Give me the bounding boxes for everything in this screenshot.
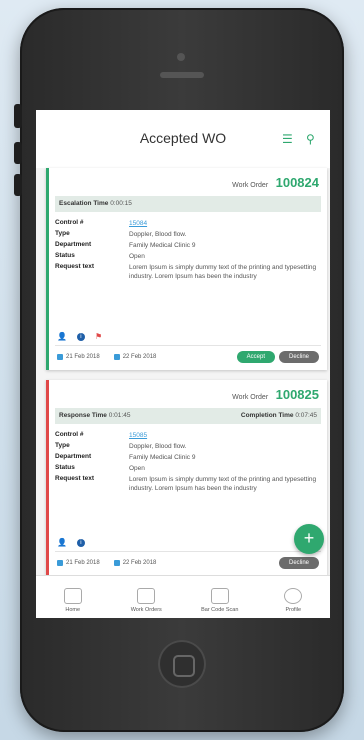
mute-switch	[14, 104, 22, 128]
completion-time: Completion Time 0:07:45	[240, 412, 317, 419]
speaker-grille	[160, 72, 204, 78]
work-order-card[interactable]: Work Order 100824 Escalation Time 0:00:1…	[46, 168, 327, 370]
divider	[55, 551, 321, 552]
flag-icon[interactable]: ⚑	[95, 332, 102, 341]
barcode-icon	[210, 588, 229, 604]
tab-home[interactable]: Home	[36, 576, 110, 618]
front-camera	[177, 53, 185, 61]
accept-button[interactable]: Accept	[236, 351, 275, 363]
control-number-link[interactable]: 15084	[129, 218, 319, 229]
time-band: Response Time 0:01:45 Completion Time 0:…	[55, 408, 321, 424]
end-date: 22 Feb 2018	[113, 354, 156, 360]
work-order-header: Work Order 100825	[49, 380, 327, 404]
volume-down-button	[14, 174, 22, 196]
volume-up-button	[14, 142, 22, 164]
card-icons: 👤 i	[57, 538, 85, 547]
control-number-link[interactable]: 15085	[129, 430, 319, 441]
list-view-icon[interactable]: ☰	[282, 132, 293, 146]
card-footer: 21 Feb 2018 22 Feb 2018 Accept Decline	[57, 351, 319, 363]
person-icon[interactable]: 👤	[57, 332, 67, 341]
filter-icon[interactable]: ⚲	[306, 132, 315, 146]
time-band: Escalation Time 0:00:15	[55, 196, 321, 212]
home-icon	[63, 588, 82, 604]
card-icons: 👤 i ⚑	[57, 332, 102, 341]
tab-profile[interactable]: Profile	[257, 576, 331, 618]
work-order-number: 100825	[275, 387, 319, 402]
response-time: Response Time 0:01:45	[59, 412, 131, 419]
tab-bar-code-scan[interactable]: Bar Code Scan	[183, 576, 257, 618]
home-hardware-button[interactable]	[158, 640, 206, 688]
calendar-icon	[113, 560, 120, 566]
app-screen: Accepted WO ☰ ⚲ Work Order 100824 Escala…	[36, 110, 330, 618]
work-order-label: Work Order	[232, 394, 269, 401]
calendar-icon	[57, 560, 63, 566]
info-icon[interactable]: i	[76, 538, 85, 547]
work-order-label: Work Order	[232, 182, 269, 189]
work-order-details: Control #15085 Type Doppler, Blood flow. …	[55, 430, 319, 494]
work-orders-icon	[137, 588, 156, 604]
app-header: Accepted WO ☰ ⚲	[36, 110, 330, 168]
add-button[interactable]: +	[294, 524, 324, 554]
escalation-time: Escalation Time 0:00:15	[59, 200, 132, 207]
work-order-details: Control #15084 Type Doppler, Blood flow. …	[55, 218, 319, 282]
start-date: 21 Feb 2018	[57, 354, 100, 360]
calendar-icon	[57, 354, 63, 360]
profile-icon	[284, 588, 303, 604]
tab-work-orders[interactable]: Work Orders	[110, 576, 184, 618]
work-order-card[interactable]: Work Order 100825 Response Time 0:01:45 …	[46, 380, 327, 576]
card-footer: 21 Feb 2018 22 Feb 2018 Decline	[57, 557, 319, 569]
work-order-header: Work Order 100824	[49, 168, 327, 192]
calendar-icon	[113, 354, 120, 360]
person-icon[interactable]: 👤	[57, 538, 67, 547]
divider	[55, 345, 321, 346]
info-icon[interactable]: i	[76, 332, 85, 341]
start-date: 21 Feb 2018	[57, 560, 100, 566]
end-date: 22 Feb 2018	[113, 560, 156, 566]
bottom-tab-bar: Home Work Orders Bar Code Scan Profile	[36, 575, 330, 618]
decline-button[interactable]: Decline	[278, 351, 319, 363]
decline-button[interactable]: Decline	[278, 557, 319, 569]
work-order-number: 100824	[275, 175, 319, 190]
